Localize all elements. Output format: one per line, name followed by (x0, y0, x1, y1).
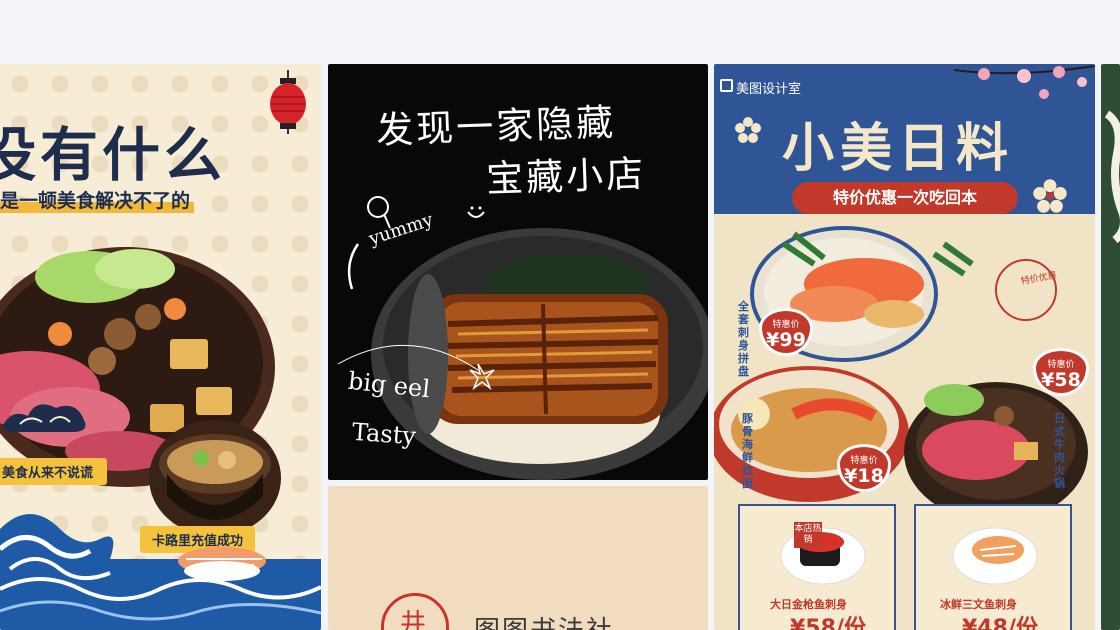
flower-icon (735, 117, 761, 143)
card-title: 图图书法社 (474, 610, 614, 630)
doodle-decoration (337, 196, 495, 391)
card-title: 没有什么 (0, 121, 227, 189)
template-card-hotpot[interactable]: 没有什么 是一顿美食解决不了的 美食从来不说谎 卡路里充值成功 (0, 64, 321, 630)
doodle-tasty: Tasty (351, 417, 417, 451)
template-card-eel-rice[interactable]: 发现一家隐藏 宝藏小店 yummy big eel Tasty (328, 64, 708, 480)
card-subtitle: 是一顿美食解决不了的 (0, 186, 195, 213)
template-card-partial[interactable] (1101, 64, 1120, 630)
dish-label-ramen: 豚骨海鲜拉面 (742, 412, 753, 490)
brand-logo-icon (720, 79, 733, 92)
coupon-price: ¥48/份 (962, 616, 1038, 630)
price-value: ¥18 (844, 465, 884, 487)
coupon-card: 冰鲜三文鱼刺身 ¥48/份 (914, 504, 1072, 630)
price-value: ¥58 (1041, 369, 1081, 391)
wave-icon (0, 514, 321, 630)
stamp-glyph: 井 (400, 609, 427, 630)
sushi-icon (780, 527, 866, 585)
price-tag: 特惠价 ¥58 (1036, 351, 1086, 393)
dish-label-hotpot: 日式牛肉火锅 (1054, 412, 1065, 490)
calligraphy-glyph (1104, 110, 1120, 244)
hot-sale-tag: 本店热销 (794, 522, 822, 548)
card-title: 小美日料 (782, 119, 1015, 179)
dish-label-sashimi: 全套刺身拼盘 (738, 300, 749, 378)
price-tag: 特惠价 ¥99 (762, 311, 810, 353)
cloud-icon (2, 404, 86, 432)
brand-name: 美图设计室 (736, 82, 802, 97)
price-tag: 特惠价 ¥18 (840, 447, 888, 489)
price-value: ¥99 (766, 329, 806, 351)
badge-slogan: 美食从来不说谎 (0, 458, 108, 485)
coupon-price: ¥58/份 (790, 616, 866, 630)
salmon-sushi-icon (952, 527, 1038, 585)
template-card-calligraphy[interactable]: 井 图图书法社 (328, 486, 708, 630)
template-card-japanese-menu[interactable]: 美图设计室 小美日料 特价优惠一次吃回本 特惠价 ¥99 特惠价 ¥58 特惠价… (714, 64, 1095, 630)
lantern-icon (270, 70, 306, 134)
